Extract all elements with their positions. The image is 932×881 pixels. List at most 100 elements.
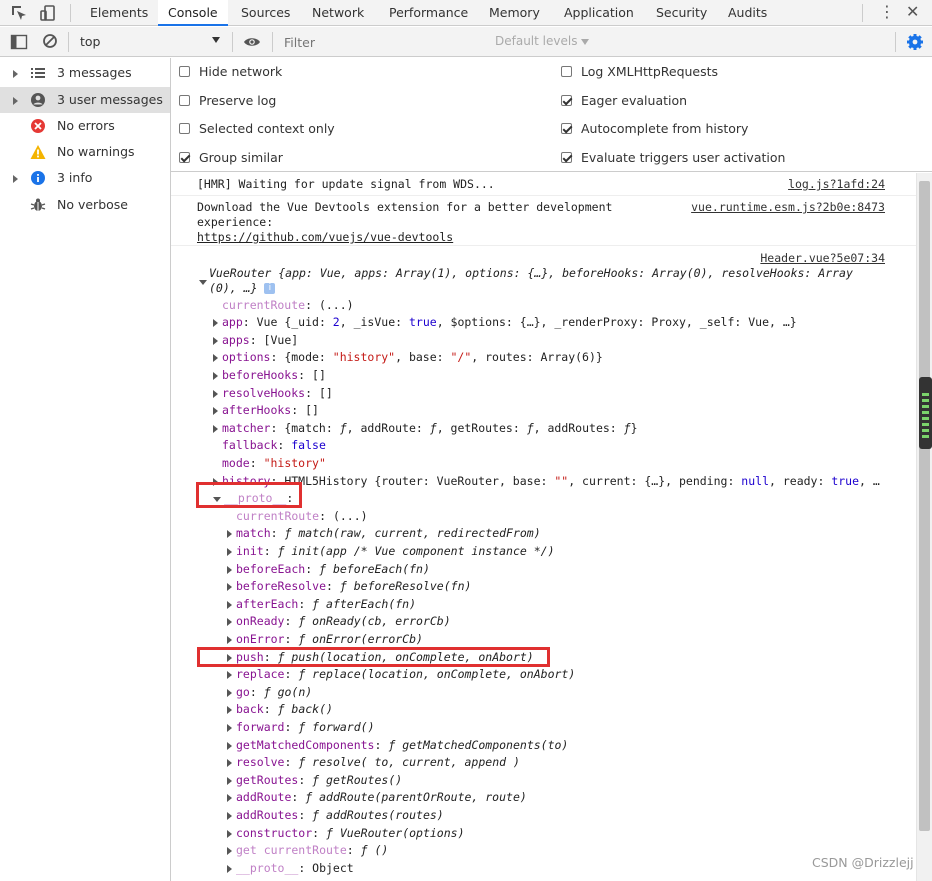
option-label: Log XMLHttpRequests: [581, 64, 719, 79]
expand-arrow-icon[interactable]: [227, 636, 232, 644]
sidebar-item-label: 3 messages: [57, 65, 132, 80]
expand-arrow-icon[interactable]: [227, 847, 232, 855]
error-icon: [31, 119, 45, 133]
console-scrollbar[interactable]: [916, 173, 932, 881]
message-text: experience:: [197, 215, 274, 229]
expand-arrow-icon[interactable]: [213, 372, 218, 380]
console-sidebar: 3 messages 3 user messages No errors No …: [0, 58, 171, 881]
expand-arrow-icon[interactable]: [227, 548, 232, 556]
expand-arrow-icon[interactable]: [213, 390, 218, 398]
autocomplete-checkbox[interactable]: [561, 123, 572, 134]
tab-memory[interactable]: Memory: [489, 0, 540, 26]
sidebar-item-user-messages[interactable]: 3 user messages: [0, 87, 170, 113]
devtools-link[interactable]: https://github.com/vuejs/vue-devtools: [197, 230, 453, 245]
expand-arrow-icon[interactable]: [227, 777, 232, 785]
evaluate-triggers-checkbox[interactable]: [561, 152, 572, 163]
tab-performance[interactable]: Performance: [389, 0, 468, 26]
expand-arrow-icon[interactable]: [227, 865, 232, 873]
collapse-arrow-icon[interactable]: [199, 280, 207, 285]
eager-eval-checkbox[interactable]: [561, 95, 572, 106]
expand-arrow-icon[interactable]: [227, 830, 232, 838]
tab-sources[interactable]: Sources: [241, 0, 290, 26]
group-similar-checkbox[interactable]: [179, 152, 190, 163]
expand-arrow-icon[interactable]: [227, 583, 232, 591]
expand-arrow-icon[interactable]: [227, 566, 232, 574]
close-icon[interactable]: ✕: [906, 2, 919, 22]
expand-arrow-icon[interactable]: [227, 530, 232, 538]
sidebar-item-label: No verbose: [57, 197, 128, 212]
sidebar-item-warnings[interactable]: No warnings: [0, 139, 170, 165]
console-output[interactable]: [HMR] Waiting for update signal from WDS…: [171, 173, 916, 881]
expand-arrow-icon[interactable]: [227, 654, 232, 662]
tab-audits[interactable]: Audits: [728, 0, 767, 26]
push-method-line[interactable]: push: ƒ push(location, onComplete, onAbo…: [227, 649, 534, 666]
eye-icon[interactable]: [243, 35, 261, 49]
expand-arrow-icon[interactable]: [213, 407, 218, 415]
warning-icon: [30, 145, 46, 159]
watermark: CSDN @Drizzlejj: [812, 855, 914, 870]
tab-network[interactable]: Network: [312, 0, 364, 26]
selected-context-checkbox[interactable]: [179, 123, 190, 134]
log-levels-label: Default levels: [495, 34, 578, 48]
expand-arrow-icon[interactable]: [13, 97, 18, 105]
more-options-icon[interactable]: ⋮: [879, 3, 895, 21]
expand-arrow-icon[interactable]: [227, 706, 232, 714]
expand-arrow-icon[interactable]: [227, 742, 232, 750]
expand-arrow-icon[interactable]: [213, 354, 218, 362]
info-icon: [31, 171, 45, 185]
expand-arrow-icon[interactable]: [227, 812, 232, 820]
source-link[interactable]: Header.vue?5e07:34: [760, 251, 885, 266]
preserve-log-checkbox[interactable]: [179, 95, 190, 106]
message-text: Download the Vue Devtools extension for …: [197, 200, 613, 214]
option-label: Hide network: [199, 64, 283, 79]
device-toolbar-icon[interactable]: [39, 4, 57, 22]
expand-arrow-icon[interactable]: [227, 759, 232, 767]
list-icon: [31, 68, 45, 78]
expand-arrow-icon[interactable]: [213, 337, 218, 345]
source-link[interactable]: log.js?1afd:24: [788, 177, 885, 192]
bug-icon: [30, 198, 46, 211]
clear-console-icon[interactable]: [42, 33, 58, 49]
chevron-down-icon: [581, 38, 590, 45]
toggle-sidebar-icon[interactable]: [10, 33, 28, 51]
sidebar-item-errors[interactable]: No errors: [0, 113, 170, 139]
log-levels-dropdown[interactable]: Default levels: [495, 34, 590, 48]
chevron-down-icon[interactable]: [212, 37, 220, 43]
context-selector[interactable]: top: [80, 34, 100, 49]
sidebar-item-verbose[interactable]: No verbose: [0, 192, 170, 218]
sidebar-item-info[interactable]: 3 info: [0, 165, 170, 191]
option-label: Autocomplete from history: [581, 121, 749, 136]
source-link[interactable]: vue.runtime.esm.js?2b0e:8473: [691, 200, 885, 215]
expand-arrow-icon[interactable]: [213, 478, 218, 486]
tab-console[interactable]: Console: [158, 0, 228, 26]
expand-arrow-icon[interactable]: [227, 671, 232, 679]
gear-icon[interactable]: [906, 33, 924, 51]
proto-line[interactable]: __proto__:: [213, 490, 293, 507]
info-badge-icon: i: [264, 283, 276, 294]
tab-elements[interactable]: Elements: [90, 0, 148, 26]
hide-network-checkbox[interactable]: [179, 66, 190, 77]
sidebar-item-messages[interactable]: 3 messages: [0, 60, 170, 86]
filter-input[interactable]: [284, 35, 484, 50]
tab-application[interactable]: Application: [564, 0, 634, 26]
tab-security[interactable]: Security: [656, 0, 707, 26]
inspect-element-icon[interactable]: [10, 4, 28, 22]
devtools-tab-bar: Elements Console Sources Network Perform…: [0, 0, 932, 26]
collapse-arrow-icon[interactable]: [213, 497, 221, 502]
log-xhr-checkbox[interactable]: [561, 66, 572, 77]
expand-arrow-icon[interactable]: [213, 425, 218, 433]
expand-arrow-icon[interactable]: [13, 175, 18, 183]
expand-arrow-icon[interactable]: [227, 794, 232, 802]
console-toolbar: top Default levels: [0, 27, 932, 57]
expand-arrow-icon[interactable]: [227, 689, 232, 697]
performance-meter: [919, 377, 932, 449]
expand-arrow-icon[interactable]: [227, 601, 232, 609]
expand-arrow-icon[interactable]: [213, 319, 218, 327]
expand-arrow-icon[interactable]: [227, 724, 232, 732]
expand-arrow-icon[interactable]: [13, 70, 18, 78]
sidebar-item-label: No errors: [57, 118, 115, 133]
expand-arrow-icon[interactable]: [227, 618, 232, 626]
sidebar-item-label: 3 info: [57, 170, 93, 185]
option-label: Group similar: [199, 150, 283, 165]
scrollbar-thumb[interactable]: [919, 181, 930, 831]
